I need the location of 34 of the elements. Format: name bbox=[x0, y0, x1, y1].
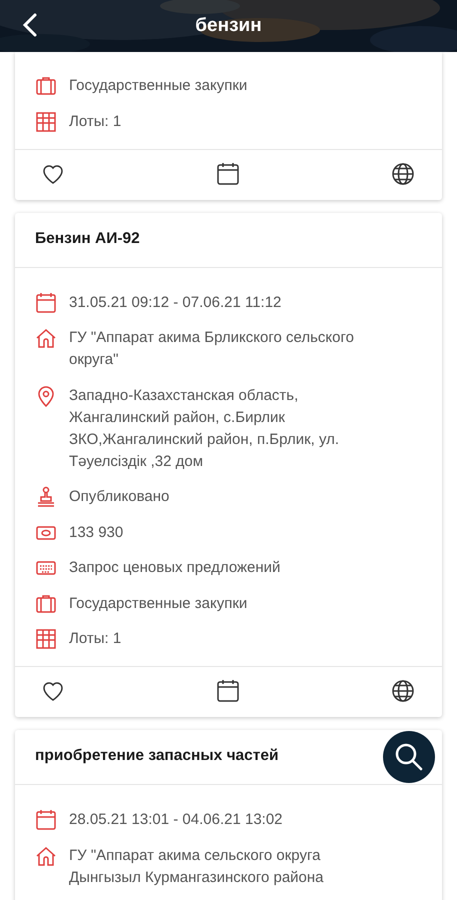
calendar-icon bbox=[35, 292, 57, 314]
calendar-icon bbox=[35, 809, 57, 831]
tender-title: Бензин АИ-92 bbox=[35, 230, 140, 246]
grid-icon bbox=[35, 628, 57, 650]
tender-title: приобретение запасных частей bbox=[35, 747, 279, 764]
search-icon bbox=[394, 742, 424, 772]
detail-text: Запрос ценовых предложений bbox=[69, 558, 282, 578]
briefcase-icon bbox=[35, 75, 57, 97]
detail-text: 28.05.21 13:01 - 04.06.21 13:02 bbox=[69, 810, 284, 830]
detail-text: Государственные закупки bbox=[69, 76, 248, 96]
page-title: бензин bbox=[195, 15, 262, 37]
detail-text: Лоты: 1 bbox=[69, 112, 122, 132]
grid-icon bbox=[35, 110, 57, 132]
detail-text: Государственные закупки bbox=[69, 594, 248, 614]
detail-text: 133 930 bbox=[69, 522, 124, 542]
house-icon bbox=[35, 327, 57, 349]
back-button[interactable] bbox=[22, 12, 38, 38]
detail-text: Западно-Казахстанская область, Жангалинский район, с.Бирлик ЗКО,Жангалинский район, п.Брлик, ул. Тәуелсіздік ,32 дом bbox=[69, 386, 340, 472]
tender-card[interactable] bbox=[15, 212, 442, 717]
house-icon bbox=[35, 844, 57, 866]
calendar-icon[interactable] bbox=[216, 679, 240, 703]
back-icon bbox=[22, 12, 38, 38]
detail-text: Опубликовано bbox=[69, 487, 170, 507]
tender-card[interactable]: Государственные закупки Лоты: 1 bbox=[15, 52, 442, 200]
detail-text: Лоты: 1 bbox=[69, 629, 122, 649]
stamp-icon bbox=[35, 486, 57, 508]
tender-card[interactable]: приобретение запасных частей 28.05.21 13:01 - 04.06.21 13:02 ГУ "Аппарат акима сельского округа Дынгызыл Курмангазинского района bbox=[15, 730, 442, 900]
detail-text: ГУ "Аппарат акима Брликского сельского округа" bbox=[69, 328, 355, 370]
detail-text: ГУ "Аппарат акима сельского округа Дынгызыл Курмангазинского района bbox=[69, 846, 325, 888]
detail-text: 31.05.21 09:12 - 07.06.21 11:12 bbox=[69, 292, 282, 312]
briefcase-icon bbox=[35, 592, 57, 614]
calendar-icon[interactable] bbox=[216, 162, 240, 186]
globe-icon[interactable] bbox=[391, 162, 415, 186]
globe-icon[interactable] bbox=[391, 679, 415, 703]
